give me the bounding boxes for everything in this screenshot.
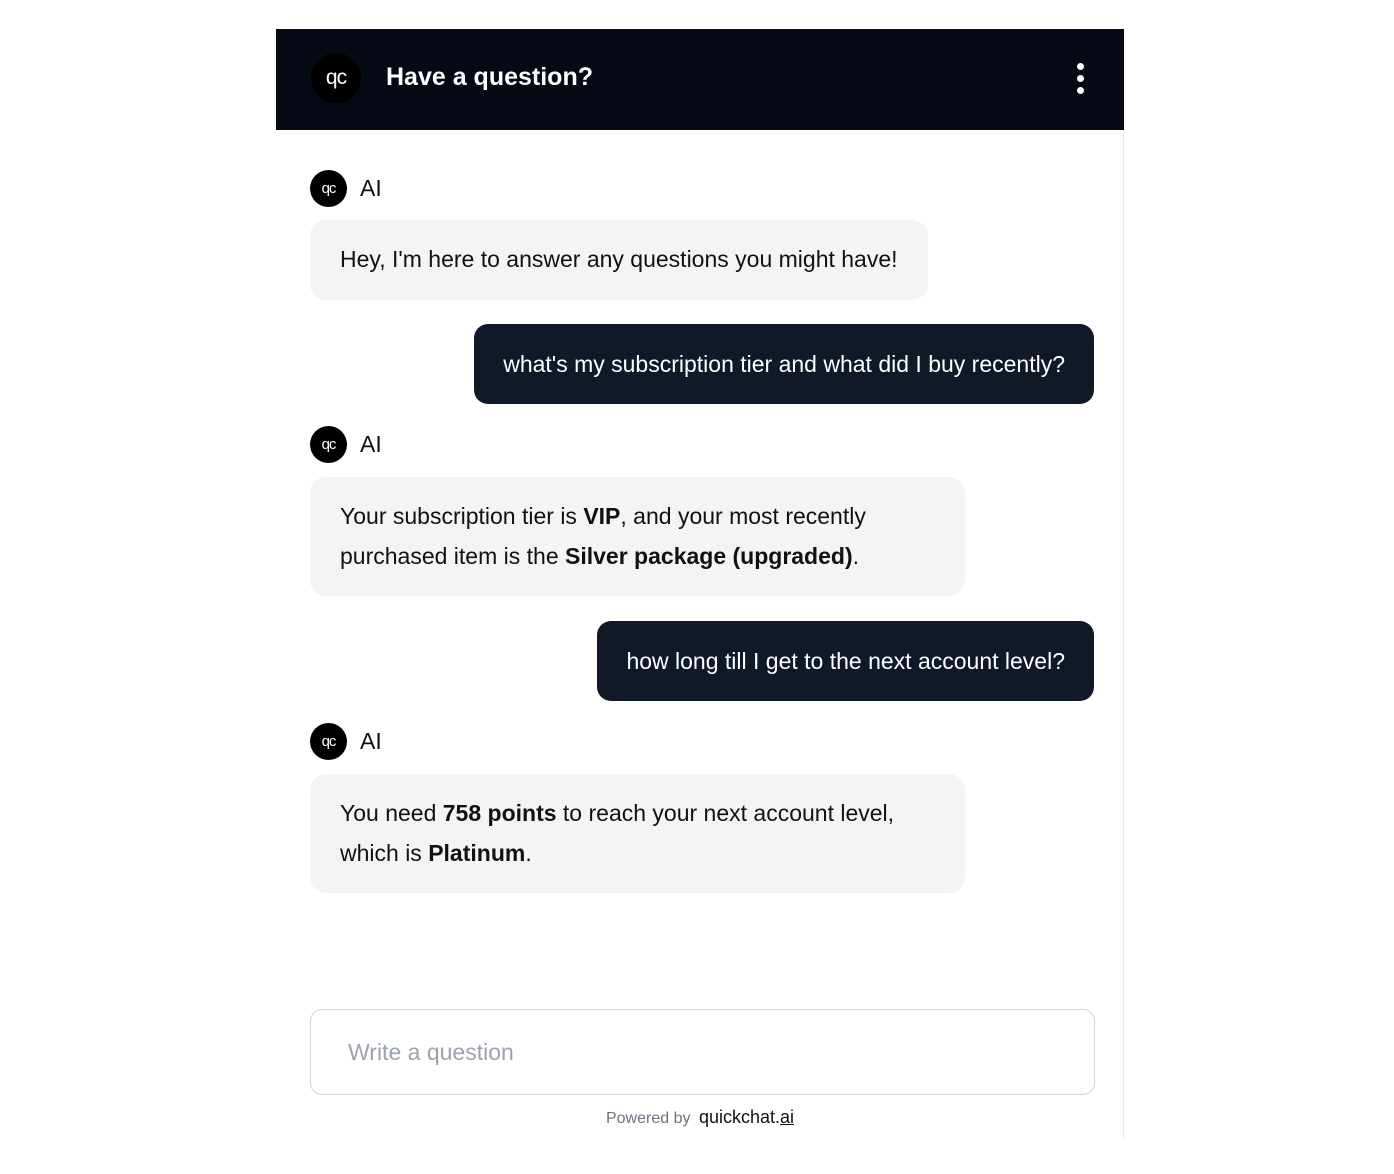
ai-message-header: qc AI: [310, 723, 382, 760]
chat-widget: qc Have a question? qc AI Hey, I'm here …: [276, 29, 1124, 1138]
user-message-bubble: how long till I get to the next account …: [597, 621, 1094, 701]
ai-avatar: qc: [310, 426, 347, 463]
ai-message-bubble: Hey, I'm here to answer any questions yo…: [310, 220, 928, 300]
message-text: .: [525, 840, 532, 866]
question-input[interactable]: [311, 1010, 1094, 1094]
brand-name: quickchat.: [698, 1107, 780, 1127]
chat-header: qc Have a question?: [276, 29, 1124, 130]
menu-dot: [1076, 74, 1084, 82]
ai-message-bubble: You need 758 points to reach your next a…: [310, 774, 965, 893]
ai-sender-name: AI: [360, 175, 382, 201]
brand-suffix: ai: [779, 1107, 794, 1127]
message-text-bold: Silver package (upgraded): [565, 543, 853, 569]
ai-sender-name: AI: [360, 431, 382, 457]
ai-message-header: qc AI: [310, 426, 382, 463]
message-text: .: [852, 543, 859, 569]
question-input-container: [310, 1009, 1095, 1095]
ai-message-header: qc AI: [310, 170, 382, 207]
user-message-bubble: what's my subscription tier and what did…: [474, 324, 1094, 404]
quickchat-brand-link[interactable]: quickchat.ai: [699, 1107, 794, 1127]
message-text-bold: 758 points: [442, 800, 557, 826]
ai-avatar: qc: [310, 170, 347, 207]
ai-message-bubble: Your subscription tier is VIP, and your …: [310, 477, 965, 596]
chat-title: Have a question?: [386, 63, 593, 91]
message-text: You need: [340, 800, 443, 826]
ai-avatar: qc: [310, 723, 347, 760]
message-text: how long till I get to the next account …: [626, 647, 1065, 674]
menu-dot: [1076, 62, 1084, 70]
menu-dot: [1076, 86, 1084, 94]
ai-sender-name: AI: [360, 728, 382, 754]
message-text-bold: Platinum: [428, 840, 526, 866]
powered-by-footer: Powered by quickchat.ai: [276, 1107, 1124, 1128]
message-text: Your subscription tier is: [340, 503, 584, 529]
vertical-dots-icon[interactable]: [1064, 62, 1096, 94]
brand-logo: qc: [311, 53, 361, 103]
message-text-bold: VIP: [583, 503, 621, 529]
powered-by-label: Powered by: [605, 1110, 691, 1127]
message-text: what's my subscription tier and what did…: [503, 350, 1065, 377]
message-text: Hey, I'm here to answer any questions yo…: [340, 246, 898, 272]
